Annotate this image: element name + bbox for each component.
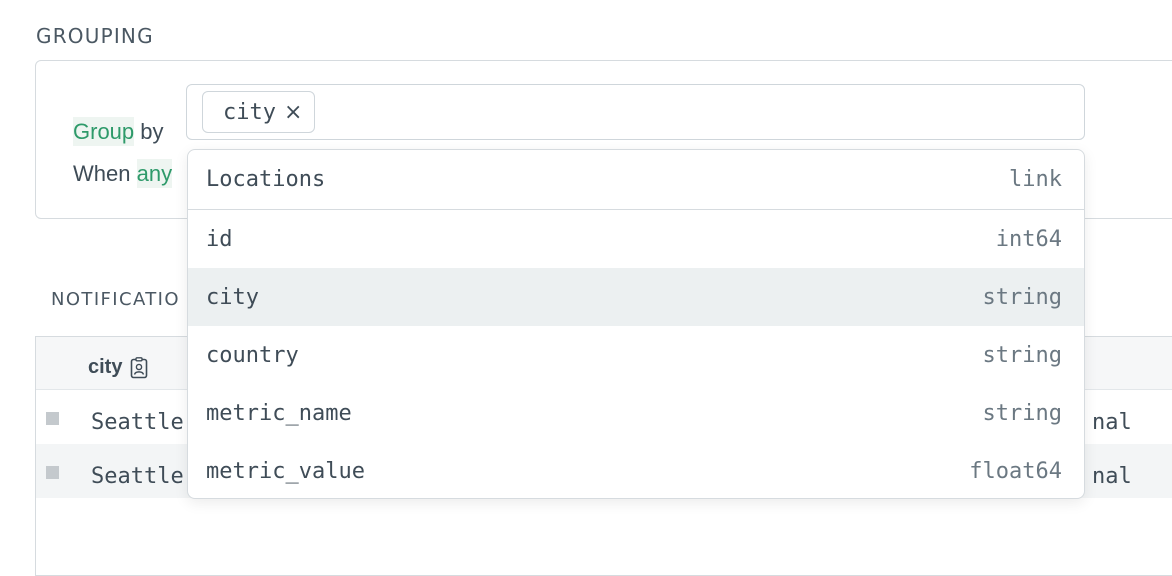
group-keyword[interactable]: Group [73, 117, 135, 146]
dropdown-option-id[interactable]: id int64 [188, 210, 1084, 268]
dropdown-option-country[interactable]: country string [188, 326, 1084, 384]
grouping-title: GROUPING [36, 24, 154, 48]
row-right-value: nal [1092, 464, 1132, 489]
dropdown-header: Locations link [188, 150, 1084, 210]
option-label: metric_value [206, 458, 365, 484]
option-type: string [982, 400, 1062, 426]
option-type: float64 [969, 458, 1062, 484]
row-city: Seattle [91, 410, 184, 435]
dropdown-option-metric-value[interactable]: metric_value float64 [188, 442, 1084, 498]
group-by-field[interactable] [186, 84, 1085, 140]
dropdown-header-label: Locations [206, 167, 326, 192]
column-dropdown: Locations link id int64 city string coun… [187, 149, 1085, 499]
contact-badge-icon [131, 356, 148, 378]
chip-label: city [223, 99, 276, 125]
by-label: by [140, 119, 164, 144]
selected-chip[interactable]: city × [202, 91, 315, 133]
option-label: country [206, 342, 299, 368]
option-type: int64 [995, 226, 1062, 252]
option-label: city [206, 284, 259, 310]
row-checkbox[interactable] [46, 412, 59, 425]
option-type: string [982, 342, 1062, 368]
any-keyword[interactable]: any [136, 159, 173, 188]
dropdown-option-city[interactable]: city string [188, 268, 1084, 326]
dropdown-header-type: link [1009, 167, 1062, 192]
row-right-value: nal [1092, 410, 1132, 435]
when-label: When [73, 161, 131, 186]
column-city-label: city [88, 356, 123, 378]
row-city: Seattle [91, 464, 184, 489]
row-checkbox[interactable] [46, 466, 59, 479]
when-line: When any [73, 159, 173, 188]
option-label: id [206, 226, 233, 252]
dropdown-option-metric-name[interactable]: metric_name string [188, 384, 1084, 442]
group-by-line: Group by [73, 117, 164, 146]
column-header-city[interactable]: city [88, 356, 148, 379]
option-label: metric_name [206, 400, 352, 426]
notifications-title: NOTIFICATIO [51, 289, 180, 310]
close-icon[interactable]: × [284, 100, 302, 125]
option-type: string [982, 284, 1062, 310]
